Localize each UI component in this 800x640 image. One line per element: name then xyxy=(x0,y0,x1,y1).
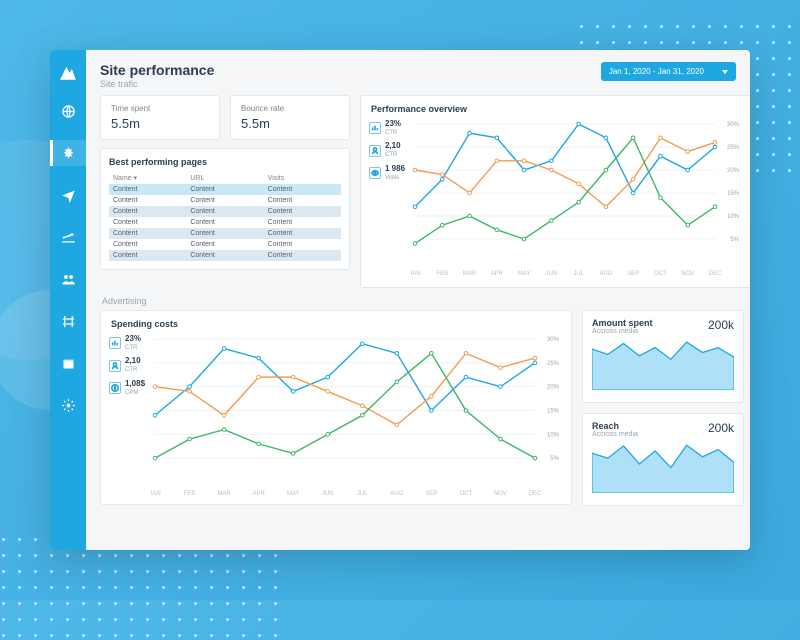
svg-text:30%: 30% xyxy=(727,122,740,128)
page-subtitle: Site trafic xyxy=(100,79,214,89)
table-row[interactable]: ContentContentContent xyxy=(109,217,341,228)
sidebar-item-leaf[interactable] xyxy=(50,140,86,166)
eye-icon xyxy=(369,167,381,179)
svg-text:30%: 30% xyxy=(547,337,560,343)
sidebar-item-hash[interactable] xyxy=(50,308,86,334)
reach-card: Reach Accross media 200k xyxy=(582,413,744,506)
best-pages-table: Name ▾ URL Visits ContentContentContentC… xyxy=(109,172,341,261)
svg-text:25%: 25% xyxy=(727,145,740,151)
card-subtitle: Accross media xyxy=(592,328,653,335)
table-row[interactable]: ContentContentContent xyxy=(109,184,341,195)
best-pages-card: Best performing pages Name ▾ URL Visits … xyxy=(100,148,350,270)
svg-text:JAN: JAN xyxy=(411,271,421,277)
svg-text:JUL: JUL xyxy=(357,491,368,497)
card-subtitle: Accross media xyxy=(592,431,638,438)
sidebar-item-globe[interactable] xyxy=(50,98,86,124)
sidebar-item-folder[interactable] xyxy=(50,350,86,376)
svg-text:APR: APR xyxy=(252,491,265,497)
svg-text:15%: 15% xyxy=(727,191,740,197)
svg-text:MAR: MAR xyxy=(217,491,231,497)
section-label: Advertising xyxy=(102,296,736,306)
card-title: Spending costs xyxy=(111,319,561,329)
chevron-down-icon xyxy=(722,70,728,74)
kpi-label: Bounce rate xyxy=(241,104,339,113)
amount-sparkline xyxy=(592,335,734,390)
svg-text:25%: 25% xyxy=(547,361,560,367)
sidebar-item-departure[interactable] xyxy=(50,224,86,250)
svg-text:FEB: FEB xyxy=(436,271,448,277)
kpi-value: 5.5m xyxy=(111,116,209,131)
table-row[interactable]: ContentContentContent xyxy=(109,228,341,239)
svg-text:APR: APR xyxy=(491,271,504,277)
table-row[interactable]: ContentContentContent xyxy=(109,195,341,206)
kpi-label: Time spent xyxy=(111,104,209,113)
users-icon xyxy=(109,360,121,372)
app-window: Site performance Site trafic Jan 1, 2020… xyxy=(50,50,750,550)
svg-text:SEP: SEP xyxy=(425,491,437,497)
bar-icon xyxy=(109,337,121,349)
svg-text:JUN: JUN xyxy=(546,271,558,277)
svg-text:AUG: AUG xyxy=(599,271,612,277)
table-row[interactable]: ContentContentContent xyxy=(109,239,341,250)
table-row[interactable]: ContentContentContent xyxy=(109,250,341,261)
svg-text:MAR: MAR xyxy=(463,271,477,277)
svg-text:MAY: MAY xyxy=(287,491,300,497)
sidebar xyxy=(50,50,86,550)
overview-chart: 5% 10% 15% 20% 25% 30% JAN FEB MAR APR MAY JUN JUL AU… xyxy=(411,118,741,278)
card-title: Performance overview xyxy=(371,104,741,114)
svg-text:15%: 15% xyxy=(547,409,560,415)
card-title: Best performing pages xyxy=(109,157,341,167)
svg-text:SEP: SEP xyxy=(627,271,639,277)
svg-text:10%: 10% xyxy=(547,432,560,438)
dollar-icon xyxy=(109,382,121,394)
logo-icon xyxy=(59,64,77,82)
reach-sparkline xyxy=(592,438,734,493)
amount-spent-card: Amount spent Accross media 200k xyxy=(582,310,744,403)
kpi-bounce-rate: Bounce rate 5.5m xyxy=(230,95,350,140)
svg-text:NOV: NOV xyxy=(681,271,694,277)
svg-text:JAN: JAN xyxy=(151,491,161,497)
col-name[interactable]: Name ▾ xyxy=(109,172,186,184)
sidebar-item-users[interactable] xyxy=(50,266,86,292)
svg-text:DEC: DEC xyxy=(709,271,722,277)
card-value: 200k xyxy=(708,318,734,332)
card-title: Amount spent xyxy=(592,318,653,328)
col-url[interactable]: URL xyxy=(186,172,263,184)
date-range-label: Jan 1, 2020 - Jan 31, 2020 xyxy=(609,67,704,76)
svg-text:5%: 5% xyxy=(730,237,739,243)
sidebar-item-plane[interactable] xyxy=(50,182,86,208)
card-value: 200k xyxy=(708,421,734,435)
sidebar-item-world[interactable] xyxy=(50,392,86,418)
performance-overview-card: Performance overview 23%CTR 2,10CTR 1 98… xyxy=(360,95,750,288)
date-range-picker[interactable]: Jan 1, 2020 - Jan 31, 2020 xyxy=(601,62,736,81)
svg-text:FEB: FEB xyxy=(184,491,196,497)
spending-costs-card: Spending costs 23%CTR 2,10CTR 1,08$CPM 5… xyxy=(100,310,572,505)
kpi-value: 5.5m xyxy=(241,116,339,131)
spending-chart: 5% 10% 15% 20% 25% 30% JAN FEB MAR APR MAY JUN JUL AU… xyxy=(151,333,561,498)
svg-text:JUL: JUL xyxy=(573,271,584,277)
svg-text:OCT: OCT xyxy=(654,271,667,277)
svg-text:MAY: MAY xyxy=(518,271,531,277)
svg-text:OCT: OCT xyxy=(460,491,473,497)
svg-text:10%: 10% xyxy=(727,214,740,220)
svg-text:20%: 20% xyxy=(547,385,560,391)
svg-text:AUG: AUG xyxy=(390,491,403,497)
svg-text:DEC: DEC xyxy=(529,491,542,497)
svg-text:JUN: JUN xyxy=(322,491,334,497)
svg-text:20%: 20% xyxy=(727,168,740,174)
bar-icon xyxy=(369,122,381,134)
kpi-time-spent: Time spent 5.5m xyxy=(100,95,220,140)
svg-text:NOV: NOV xyxy=(494,491,507,497)
page-title: Site performance xyxy=(100,62,214,78)
users-icon xyxy=(369,145,381,157)
decorative-dots xyxy=(0,538,280,640)
table-row[interactable]: ContentContentContent xyxy=(109,206,341,217)
col-visits[interactable]: Visits xyxy=(264,172,341,184)
svg-text:5%: 5% xyxy=(550,456,559,462)
card-title: Reach xyxy=(592,421,638,431)
